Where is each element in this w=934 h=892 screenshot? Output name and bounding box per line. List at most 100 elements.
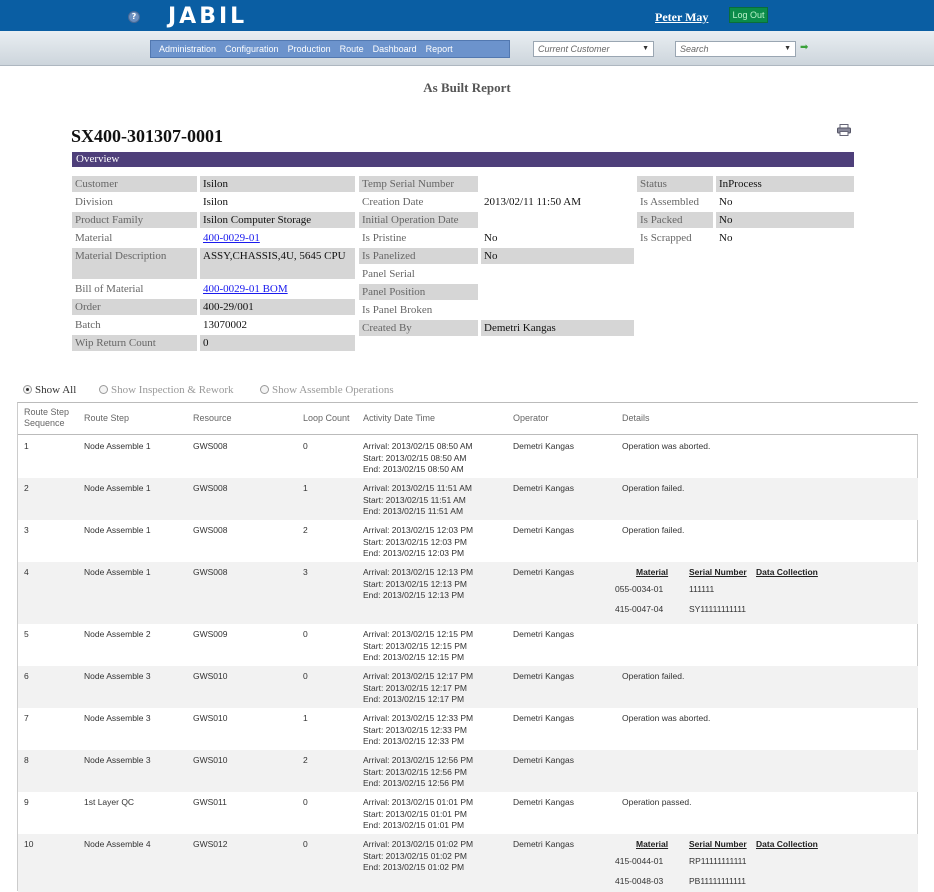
table-row[interactable]: 9 1st Layer QC GWS011 0 Arrival: 2013/02/15 … <box>18 792 918 834</box>
field-label: Bill of Material <box>75 283 144 295</box>
menu-item-configuration[interactable]: Configuration <box>225 44 279 54</box>
menu-item-dashboard[interactable]: Dashboard <box>373 44 417 54</box>
arrival-time: Arrival: 2013/02/15 12:13 PM <box>363 567 474 577</box>
material-table-header[interactable]: Material <box>636 839 668 851</box>
operator: Demetri Kangas <box>513 713 574 723</box>
field-label: Panel Position <box>359 284 478 300</box>
route-step-sequence: 3 <box>24 525 29 535</box>
menu-item-report[interactable]: Report <box>426 44 453 54</box>
activity-date-time: Arrival: 2013/02/15 12:17 PM Start: 2013/… <box>363 671 473 706</box>
table-row[interactable]: 4 Node Assemble 1 GWS008 3 Arrival: 2013/02/… <box>18 562 918 624</box>
filter-show-inspection-rework[interactable]: Show Inspection & Rework <box>99 384 234 396</box>
route-step: Node Assemble 1 <box>84 525 151 535</box>
customer-select[interactable]: Current Customer ▼ <box>533 41 654 57</box>
operator: Demetri Kangas <box>513 525 574 535</box>
print-icon[interactable] <box>837 124 851 136</box>
menu-item-production[interactable]: Production <box>288 44 331 54</box>
details: Operation failed. <box>622 671 685 681</box>
chevron-down-icon: ▼ <box>642 45 649 52</box>
user-name-link[interactable]: Peter May <box>655 10 708 25</box>
field-value: 0 <box>200 335 355 351</box>
filter-show-all[interactable]: Show All <box>23 384 76 396</box>
overview-row: Customer Isilon <box>72 176 355 192</box>
table-row[interactable]: 6 Node Assemble 3 GWS010 0 Arrival: 2013/02/… <box>18 666 918 708</box>
material-link[interactable]: 400-0029-01 <box>203 232 260 244</box>
menu-item-route[interactable]: Route <box>340 44 364 54</box>
menu-item-administration[interactable]: Administration <box>159 44 216 54</box>
material-table-header[interactable]: Serial Number <box>689 839 747 851</box>
go-arrow-icon[interactable]: ➡ <box>800 42 808 53</box>
field-value: No <box>481 248 634 264</box>
table-row[interactable]: 1 Node Assemble 1 GWS008 0 Arrival: 2013/02/… <box>18 436 918 478</box>
table-row[interactable]: 5 Node Assemble 2 GWS009 0 Arrival: 2013/02/… <box>18 624 918 666</box>
start-time: Start: 2013/02/15 12:03 PM <box>363 536 467 547</box>
column-header[interactable]: Activity Date Time <box>363 413 435 423</box>
field-value: Isilon <box>203 196 229 208</box>
route-step: 1st Layer QC <box>84 797 135 807</box>
resource: GWS008 <box>193 441 228 451</box>
overview-row: Wip Return Count 0 <box>72 335 355 351</box>
operator: Demetri Kangas <box>513 671 574 681</box>
chevron-down-icon: ▼ <box>784 45 791 52</box>
details: Operation failed. <box>622 525 685 535</box>
field-label: Created By <box>359 320 478 336</box>
table-row[interactable]: 10 Node Assemble 4 GWS012 0 Arrival: 2013/02… <box>18 834 918 892</box>
column-header[interactable]: Details <box>622 413 650 423</box>
arrival-time: Arrival: 2013/02/15 12:15 PM <box>363 629 474 639</box>
field-label: Status <box>637 176 713 192</box>
table-row[interactable]: 3 Node Assemble 1 GWS008 2 Arrival: 2013/02/… <box>18 520 918 562</box>
column-header[interactable]: Loop Count <box>303 413 350 423</box>
field-value: 13070002 <box>203 319 247 331</box>
arrival-time: Arrival: 2013/02/15 11:51 AM <box>363 483 472 493</box>
start-time: Start: 2013/02/15 12:33 PM <box>363 724 467 735</box>
operator: Demetri Kangas <box>513 755 574 765</box>
loop-count: 0 <box>303 671 308 681</box>
column-header[interactable]: Route Step <box>84 413 129 423</box>
table-row[interactable]: 7 Node Assemble 3 GWS010 1 Arrival: 2013/02/… <box>18 708 918 750</box>
route-step-sequence: 4 <box>24 567 29 577</box>
overview-row: Division Isilon <box>72 194 355 210</box>
arrival-time: Arrival: 2013/02/15 12:56 PM <box>363 755 474 765</box>
operator: Demetri Kangas <box>513 797 574 807</box>
radio-icon <box>260 385 269 394</box>
column-header[interactable]: Operator <box>513 413 549 423</box>
column-header[interactable]: Route Step Sequence <box>24 407 76 429</box>
loop-count: 0 <box>303 629 308 639</box>
logout-button[interactable]: Log Out <box>729 7 768 23</box>
start-time: Start: 2013/02/15 12:15 PM <box>363 640 467 651</box>
field-label: Is Assembled <box>640 196 699 208</box>
route-step: Node Assemble 3 <box>84 713 151 723</box>
end-time: End: 2013/02/15 08:50 AM <box>363 464 464 474</box>
route-step-sequence: 7 <box>24 713 29 723</box>
material-table-header[interactable]: Data Collection <box>756 839 818 851</box>
material-table-header[interactable]: Data Collection <box>756 567 818 579</box>
overview-row: Is Assembled No <box>637 194 854 210</box>
operator: Demetri Kangas <box>513 839 574 849</box>
field-label: Is Panel Broken <box>362 304 433 316</box>
material-part-number: 415-0044-01 <box>615 856 664 866</box>
field-label: Panel Serial <box>362 268 415 280</box>
overview-row: Is Scrapped No <box>637 230 854 246</box>
field-value: 400-29/001 <box>200 299 355 315</box>
material-table-header[interactable]: Serial Number <box>689 567 747 579</box>
field-label: Temp Serial Number <box>359 176 478 192</box>
table-row[interactable]: 8 Node Assemble 3 GWS010 2 Arrival: 2013/02/… <box>18 750 918 792</box>
help-icon[interactable]: ? <box>128 11 140 23</box>
route-step-sequence: 8 <box>24 755 29 765</box>
column-header[interactable]: Resource <box>193 413 232 423</box>
activity-date-time: Arrival: 2013/02/15 12:33 PM Start: 2013/… <box>363 713 473 748</box>
bom-link[interactable]: 400-0029-01 BOM <box>203 283 288 295</box>
filter-show-assemble-operations[interactable]: Show Assemble Operations <box>260 384 394 396</box>
material-table-header[interactable]: Material <box>636 567 668 579</box>
field-value: Isilon <box>200 176 355 192</box>
field-value: Demetri Kangas <box>481 320 634 336</box>
page-title: As Built Report <box>423 80 511 95</box>
search-input[interactable]: Search ▼ <box>675 41 796 57</box>
table-row[interactable]: 2 Node Assemble 1 GWS008 1 Arrival: 2013/02/… <box>18 478 918 520</box>
resource: GWS010 <box>193 713 228 723</box>
resource: GWS009 <box>193 629 228 639</box>
resource: GWS008 <box>193 567 228 577</box>
field-label: Order <box>72 299 197 315</box>
start-time: Start: 2013/02/15 12:56 PM <box>363 766 467 777</box>
search-placeholder: Search <box>680 44 709 54</box>
